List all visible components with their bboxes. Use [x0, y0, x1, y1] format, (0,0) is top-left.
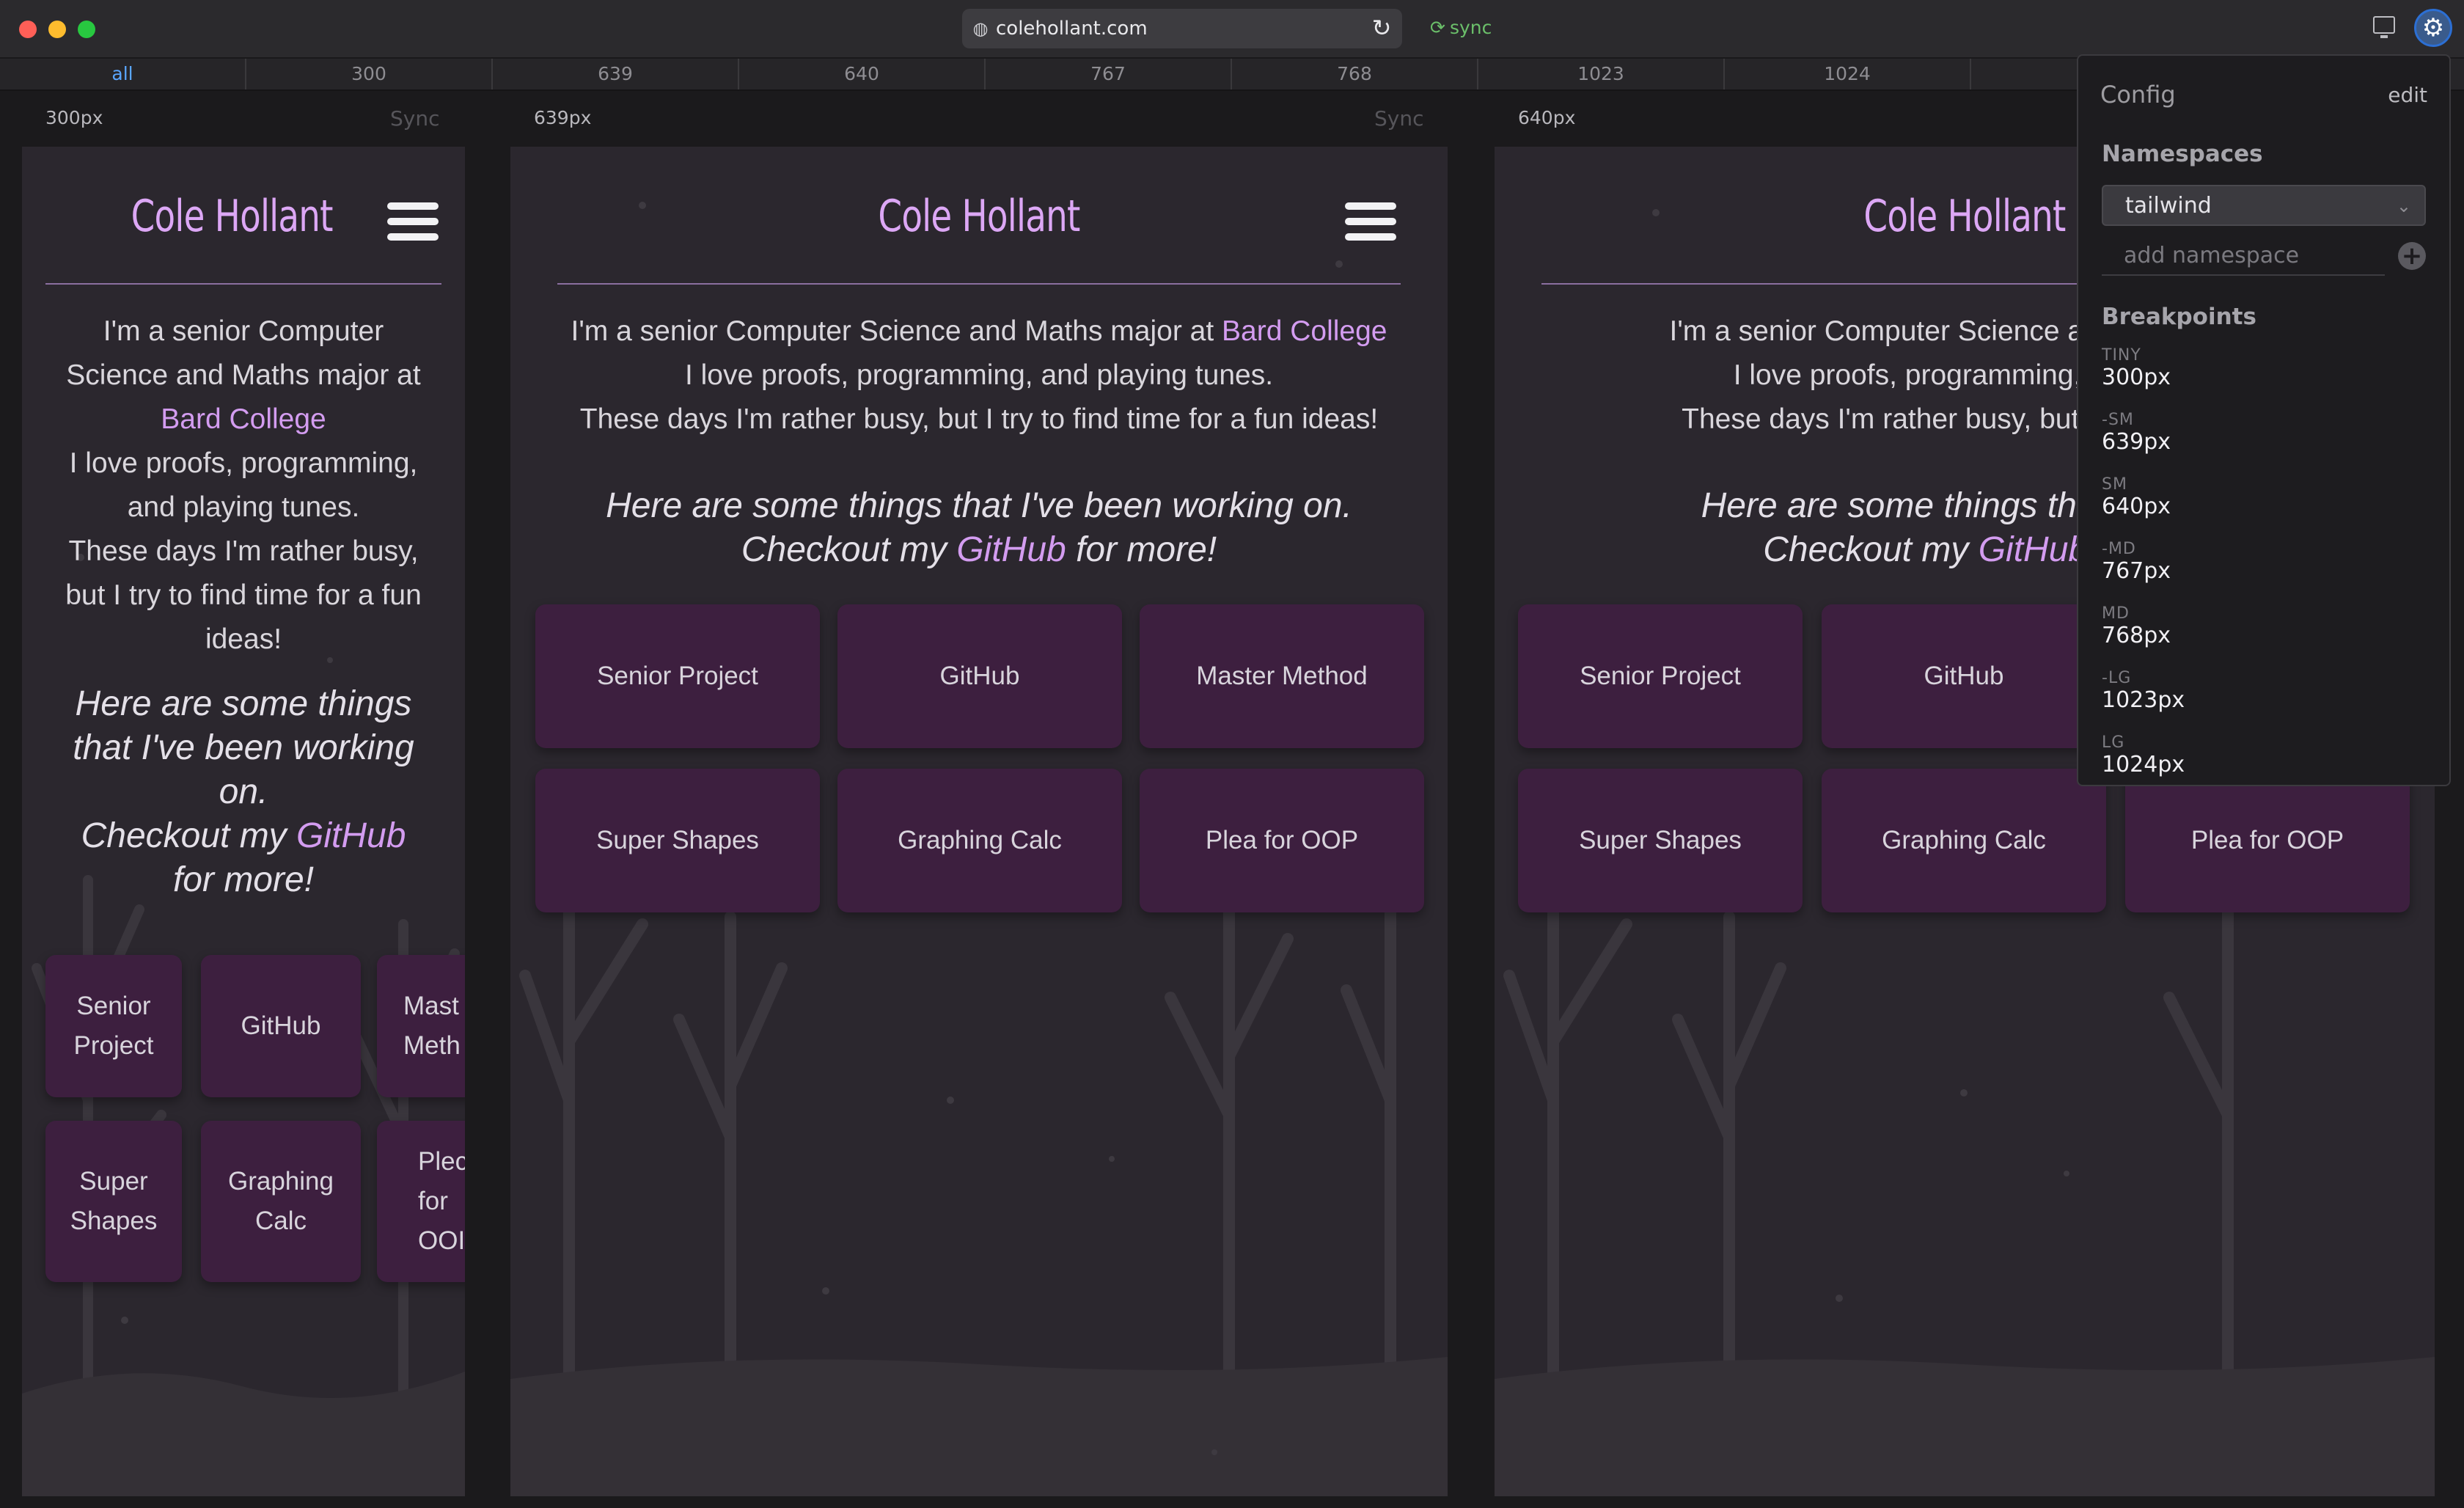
tab-1024[interactable]: 1024 — [1725, 59, 1971, 89]
preview-frame-300[interactable]: Cole Hollant I'm a senior Computer Scien… — [22, 147, 465, 1496]
site-logo[interactable]: Cole Hollant — [131, 191, 334, 242]
frame-2-width-label: 639px — [534, 107, 592, 128]
project-card-super-shapes[interactable]: Super Shapes — [1518, 769, 1803, 912]
project-card-plea-for-oop[interactable]: Plea for OOP — [1140, 769, 1424, 912]
site-639: Cole Hollant I'm a senior Computer Scien… — [510, 147, 1448, 1496]
project-card-master-method[interactable]: Master Method — [1140, 604, 1424, 748]
sync-icon: ⟳ — [1430, 17, 1445, 38]
namespace-selected-value: tailwind — [2125, 193, 2212, 219]
github-link[interactable]: GitHub — [1979, 530, 2088, 569]
sync-label: sync — [1449, 17, 1492, 38]
breakpoint-value-tiny[interactable]: 300px — [2102, 364, 2171, 392]
project-card-senior-project[interactable]: Senior Project — [45, 955, 182, 1097]
project-card-graphing-calc[interactable]: Graphing Calc — [1822, 769, 2106, 912]
github-link[interactable]: GitHub — [956, 530, 1066, 569]
settings-gear-icon[interactable]: ⚙ — [2414, 9, 2452, 47]
project-card-github[interactable]: GitHub — [1822, 604, 2106, 748]
url-bar[interactable]: ◍ colehollant.com ↻ — [962, 9, 1402, 48]
preview-frame-639[interactable]: Cole Hollant I'm a senior Computer Scien… — [510, 147, 1448, 1496]
breakpoint-value-lg[interactable]: 1024px — [2102, 751, 2185, 779]
project-card-super-shapes[interactable]: Super Shapes — [535, 769, 820, 912]
chevron-down-icon: ⌄ — [2396, 196, 2411, 216]
tab-639[interactable]: 639 — [493, 59, 739, 89]
site-logo[interactable]: Cole Hollant — [876, 191, 1082, 242]
breakpoint-value-neg-md[interactable]: 767px — [2102, 557, 2171, 585]
breakpoint-name-neg-lg: -LG — [2102, 669, 2132, 687]
breakpoint-name-neg-md: -MD — [2102, 540, 2136, 558]
frame-3-width-label: 640px — [1518, 107, 1576, 128]
sync-button[interactable]: ⟳ sync — [1430, 15, 1492, 41]
reload-icon[interactable]: ↻ — [1370, 16, 1393, 40]
breakpoint-value-neg-sm[interactable]: 639px — [2102, 428, 2171, 456]
close-window-button[interactable] — [19, 21, 37, 38]
namespaces-heading: Namespaces — [2102, 141, 2263, 167]
project-card-senior-project[interactable]: Senior Project — [1518, 604, 1803, 748]
frame-2-sync-button[interactable]: Sync — [1374, 101, 1423, 136]
project-card-senior-project[interactable]: Senior Project — [535, 604, 820, 748]
project-card-graphing-calc[interactable]: Graphing Calc — [201, 1121, 361, 1282]
device-icon[interactable] — [2373, 16, 2395, 38]
tagline: Here are some things that I've been work… — [606, 486, 1352, 569]
header-divider — [45, 283, 441, 285]
frame-1-width-label: 300px — [45, 107, 103, 128]
project-card-plea-for-oop[interactable]: Plec for OOI — [377, 1121, 465, 1282]
breakpoint-name-neg-sm: -SM — [2102, 411, 2134, 429]
tab-767[interactable]: 767 — [986, 59, 1232, 89]
breakpoint-name-sm: SM — [2102, 475, 2127, 494]
tagline: Here are some things that I've been work… — [73, 684, 414, 899]
intro-text: I'm a senior Computer Science and Maths … — [571, 315, 1387, 435]
breakpoints-heading: Breakpoints — [2102, 304, 2256, 330]
project-card-github[interactable]: GitHub — [837, 604, 1122, 748]
tab-1023[interactable]: 1023 — [1478, 59, 1725, 89]
project-card-github[interactable]: GitHub — [201, 955, 361, 1097]
zoom-window-button[interactable] — [78, 21, 95, 38]
frame-1-sync-button[interactable]: Sync — [390, 101, 439, 136]
project-card-plea-for-oop[interactable]: Plea for OOP — [2125, 769, 2410, 912]
tab-300[interactable]: 300 — [246, 59, 493, 89]
breakpoint-value-sm[interactable]: 640px — [2102, 493, 2171, 521]
github-link[interactable]: GitHub — [296, 816, 406, 855]
breakpoint-value-md[interactable]: 768px — [2102, 622, 2171, 650]
breakpoint-value-neg-lg[interactable]: 1023px — [2102, 687, 2185, 714]
bard-college-link[interactable]: Bard College — [161, 403, 326, 435]
site-logo[interactable]: Cole Hollant — [1862, 191, 2068, 242]
add-namespace-plus-icon[interactable]: + — [2398, 242, 2426, 270]
tab-768[interactable]: 768 — [1232, 59, 1478, 89]
title-bar: ◍ colehollant.com ↻ ⟳ sync ⚙ — [0, 0, 2464, 59]
intro-text: I'm a senior Computer Science and Maths … — [65, 315, 422, 655]
tab-640[interactable]: 640 — [739, 59, 986, 89]
header-divider — [557, 283, 1401, 285]
breakpoint-name-lg: LG — [2102, 733, 2125, 752]
project-card-super-shapes[interactable]: Super Shapes — [45, 1121, 182, 1282]
site-300: Cole Hollant I'm a senior Computer Scien… — [22, 147, 465, 1496]
add-namespace-input[interactable]: add namespace — [2102, 238, 2385, 276]
breakpoint-name-md: MD — [2102, 604, 2130, 623]
breakpoint-name-tiny: TINY — [2102, 346, 2141, 365]
config-panel: Config edit Namespaces tailwind ⌄ add na… — [2077, 54, 2451, 786]
hamburger-menu-icon[interactable] — [1345, 202, 1396, 241]
namespace-select[interactable]: tailwind ⌄ — [2102, 185, 2426, 226]
project-card-graphing-calc[interactable]: Graphing Calc — [837, 769, 1122, 912]
config-edit-button[interactable]: edit — [2388, 81, 2427, 110]
hamburger-menu-icon[interactable] — [387, 202, 439, 241]
url-text: colehollant.com — [996, 18, 1148, 40]
config-title: Config — [2100, 81, 2176, 109]
project-card-master-method[interactable]: Mast Meth — [377, 955, 465, 1097]
bard-college-link[interactable]: Bard College — [1222, 315, 1387, 347]
minimize-window-button[interactable] — [48, 21, 66, 38]
globe-icon: ◍ — [972, 18, 989, 39]
tab-all[interactable]: all — [0, 59, 246, 89]
